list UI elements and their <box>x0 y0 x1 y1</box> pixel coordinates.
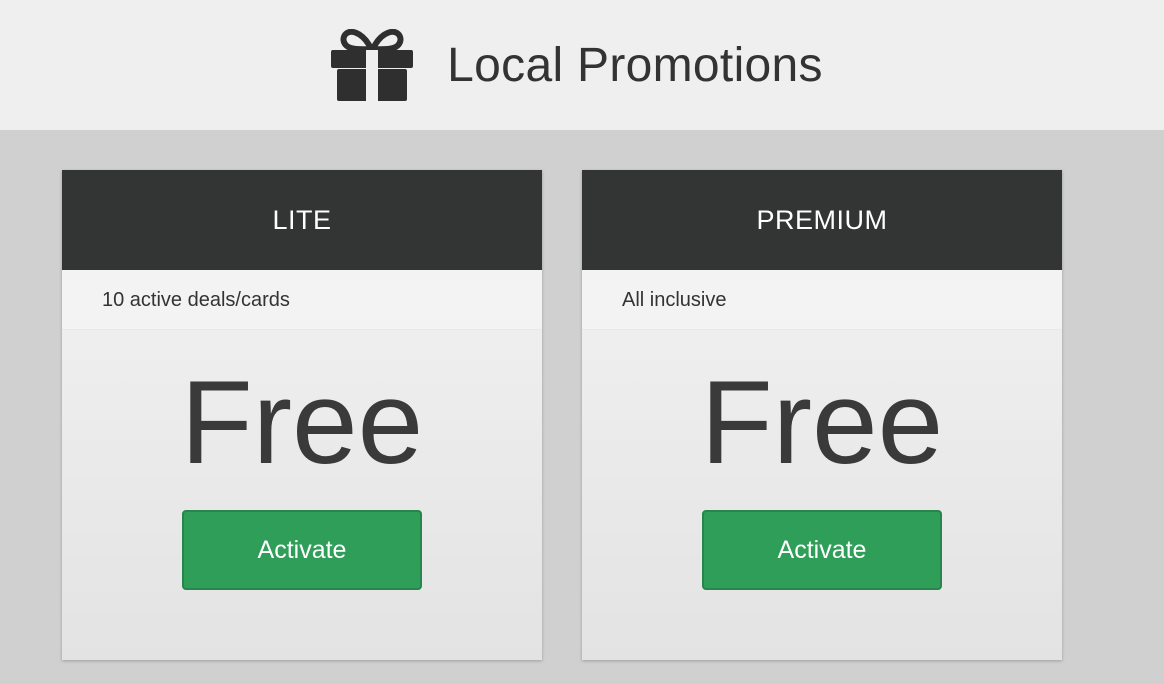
plan-feature: All inclusive <box>582 270 1062 330</box>
activate-button-lite[interactable]: Activate <box>182 510 422 590</box>
gift-icon <box>331 29 414 101</box>
pricing-cards: LITE 10 active deals/cards Free Activate… <box>0 130 1164 684</box>
plan-price: Free <box>180 357 424 489</box>
plan-action: Activate <box>582 510 1062 590</box>
activate-button-premium[interactable]: Activate <box>702 510 942 590</box>
plan-card-lite: LITE 10 active deals/cards Free Activate <box>62 170 542 660</box>
plan-name: PREMIUM <box>582 170 1062 270</box>
plan-card-premium: PREMIUM All inclusive Free Activate <box>582 170 1062 660</box>
plan-name: LITE <box>62 170 542 270</box>
page-title: Local Promotions <box>447 38 823 92</box>
page-header: Local Promotions <box>0 0 1164 130</box>
header-content: Local Promotions <box>331 29 823 101</box>
plan-price: Free <box>700 357 944 489</box>
plan-feature: 10 active deals/cards <box>62 270 542 330</box>
plan-action: Activate <box>62 510 542 590</box>
